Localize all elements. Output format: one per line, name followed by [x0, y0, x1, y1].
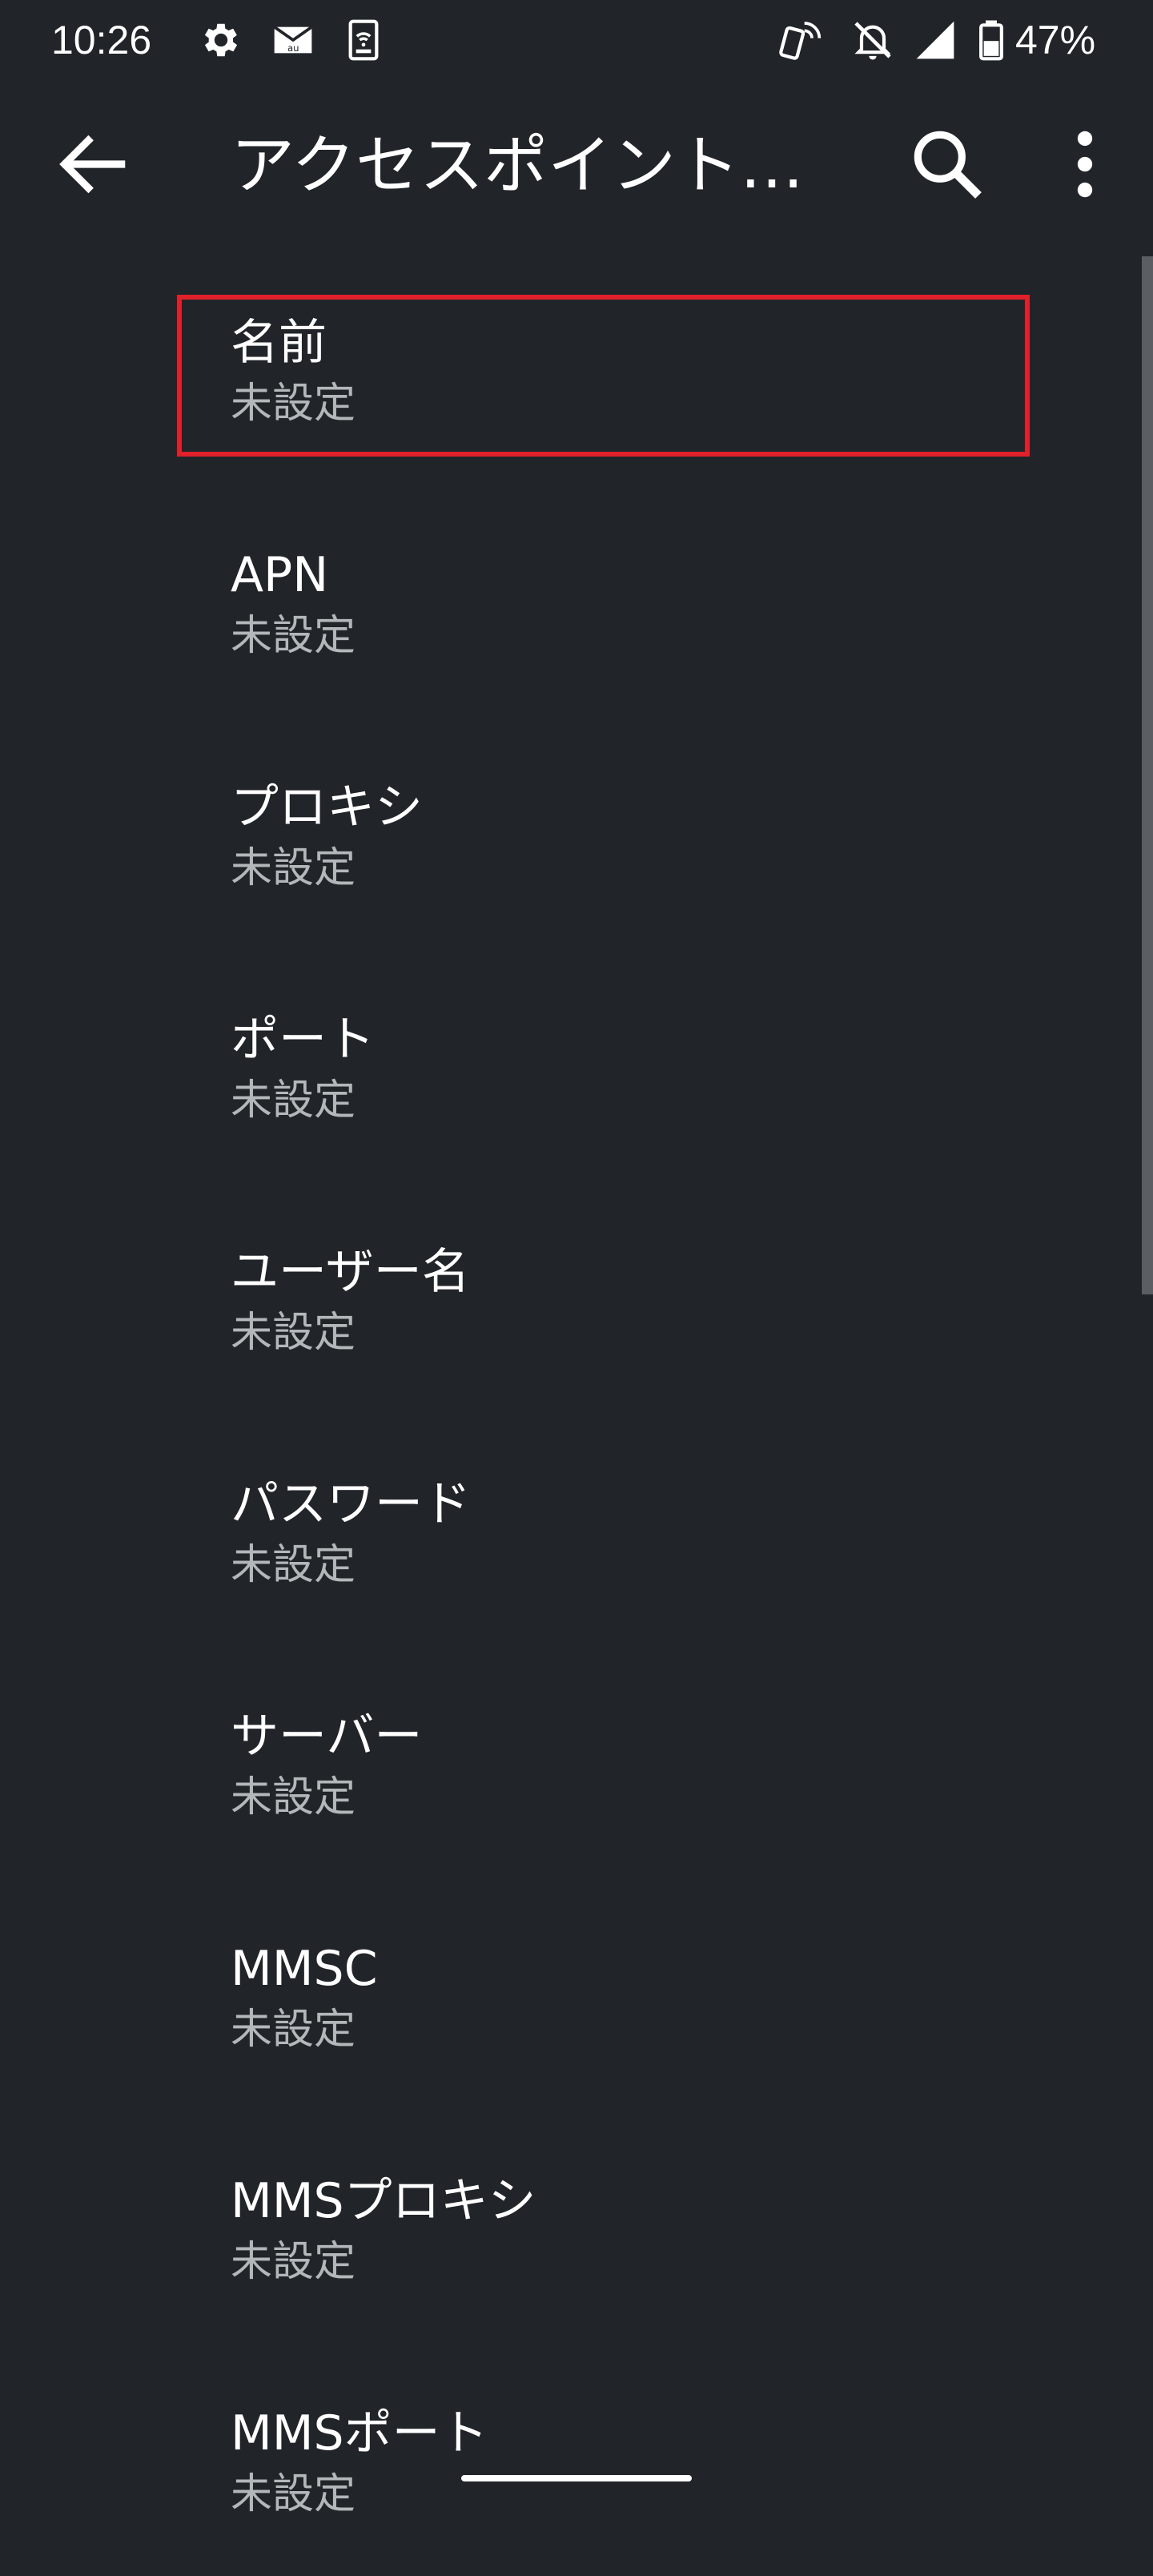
- item-title: MMSC: [231, 1941, 378, 1997]
- item-value: 未設定: [231, 2238, 356, 2286]
- item-title: MMSポート: [231, 2405, 488, 2461]
- item-value: 未設定: [231, 1309, 356, 1357]
- nfc-phone-icon: [779, 22, 822, 60]
- battery-percent: 47%: [1015, 18, 1096, 62]
- signal-icon: [916, 21, 954, 59]
- status-bar: 10:26 au 47%: [0, 0, 1153, 80]
- list-item-mms-proxy[interactable]: MMSプロキシ 未設定: [0, 2111, 1121, 2344]
- list-item-mms-port[interactable]: MMSポート 未設定: [0, 2344, 1121, 2576]
- list-item-username[interactable]: ユーザー名 未設定: [0, 1182, 1121, 1415]
- highlight-box: [177, 295, 1030, 457]
- bell-off-icon: [854, 22, 891, 60]
- item-title: サーバー: [231, 1709, 423, 1765]
- item-title: プロキシ: [231, 779, 423, 835]
- item-value: 未設定: [231, 2006, 356, 2054]
- list-item-server[interactable]: サーバー 未設定: [0, 1647, 1121, 1879]
- item-value: 未設定: [231, 2470, 356, 2518]
- mail-icon: au: [273, 26, 313, 54]
- item-title: ユーザー名: [231, 1244, 470, 1300]
- list-item-proxy[interactable]: プロキシ 未設定: [0, 718, 1121, 950]
- list-item-apn[interactable]: APN 未設定: [0, 485, 1121, 718]
- status-time: 10:26: [51, 18, 152, 62]
- item-title: APN: [231, 547, 329, 603]
- sim-wifi-icon: [348, 19, 379, 61]
- item-title: MMSプロキシ: [231, 2173, 536, 2229]
- page-title: アクセスポイント…: [231, 128, 804, 203]
- item-value: 未設定: [231, 1077, 356, 1125]
- item-value: 未設定: [231, 1541, 356, 1589]
- search-icon[interactable]: [903, 120, 991, 208]
- more-vert-icon[interactable]: [1041, 120, 1129, 208]
- item-value: 未設定: [231, 612, 356, 660]
- list-item-password[interactable]: パスワード 未設定: [0, 1415, 1121, 1647]
- item-title: ポート: [231, 1012, 375, 1068]
- gear-icon: [204, 23, 238, 57]
- list-item-mmsc[interactable]: MMSC 未設定: [0, 1879, 1121, 2111]
- gesture-nav-handle[interactable]: [461, 2475, 692, 2481]
- item-title: パスワード: [231, 1476, 471, 1532]
- battery-icon: [979, 20, 1003, 61]
- item-value: 未設定: [231, 844, 356, 892]
- arrow-left-icon[interactable]: [48, 120, 136, 208]
- scrollbar[interactable]: [1142, 256, 1153, 1294]
- svg-text:au: au: [287, 42, 299, 54]
- item-value: 未設定: [231, 1773, 356, 1821]
- app-bar: アクセスポイント…: [0, 80, 1153, 253]
- list-item-port[interactable]: ポート 未設定: [0, 950, 1121, 1182]
